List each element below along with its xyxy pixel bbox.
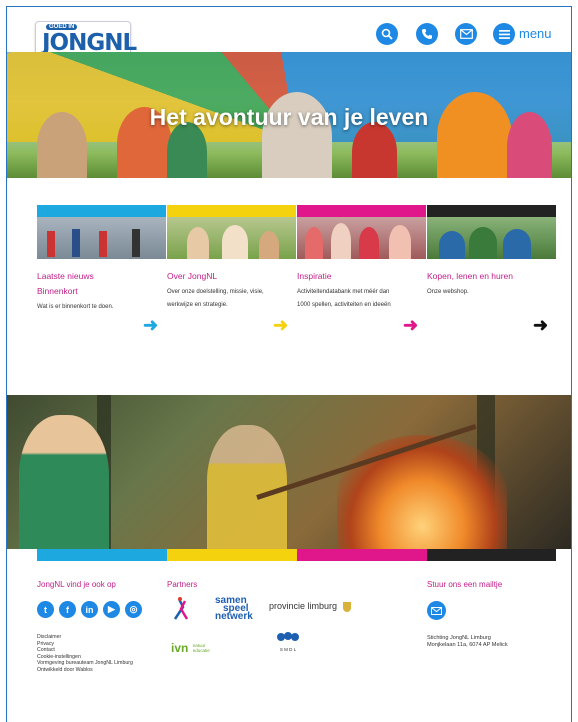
card-color-bar	[297, 205, 426, 217]
youtube-icon[interactable]: ▶	[103, 601, 120, 618]
footer-color-strip	[167, 549, 297, 561]
footer-link-disclaimer[interactable]: Disclaimer	[37, 634, 133, 641]
card-desc-line: 1000 spellen, activiteiten en ideeën	[297, 302, 391, 308]
partner-logo-samen-speel-netwerk[interactable]: samen speel netwerk	[215, 596, 253, 622]
photo-child	[207, 425, 287, 549]
hero-banner: Het avontuur van je leven	[7, 52, 571, 178]
card-title-line[interactable]: Kopen, lenen en huren	[427, 269, 556, 284]
card-laatste-nieuws[interactable]: Laatste nieuws Binnenkort Wat is er binn…	[37, 205, 166, 335]
menu-label[interactable]: menu	[519, 26, 552, 41]
card-desc: Wat is er binnenkort te doen.	[37, 301, 166, 314]
card-image[interactable]	[167, 217, 296, 259]
card-title[interactable]: Laatste nieuws Binnenkort	[37, 269, 166, 299]
footer-link-ontwikkeld[interactable]: Ontwikkeld door Wablos	[37, 667, 133, 674]
search-button[interactable]	[376, 23, 398, 45]
card-title-line[interactable]: Laatste nieuws	[37, 269, 166, 284]
crest-icon	[342, 601, 351, 612]
footer-links: Disclaimer Privacy Contact Cookie-instel…	[37, 634, 133, 674]
page-frame: GOED IN JONGNL menu Het avontuur van je …	[6, 6, 572, 722]
partner-logo-ivn[interactable]: ivn natuur educatie	[171, 639, 210, 657]
partner-text: ivn	[171, 641, 189, 655]
partner-logo-kids[interactable]	[171, 597, 207, 621]
arrow-right-icon[interactable]: ➜	[273, 315, 288, 336]
instagram-icon[interactable]: ◎	[125, 601, 142, 618]
mail-title: Stuur ons een mailtje	[427, 580, 503, 589]
card-inspiratie[interactable]: Inspiratie Activiteitendatabank met méér…	[297, 205, 426, 335]
partner-text: netwerk	[215, 611, 253, 622]
photo-fire	[337, 435, 507, 549]
card-color-bar	[427, 205, 556, 217]
footer-link-vormgeving[interactable]: Vormgeving bureauteam JongNL Limburg	[37, 660, 133, 667]
partner-logo-provincie-limburg[interactable]: provincie limburg	[269, 601, 351, 612]
arrow-right-icon[interactable]: ➜	[143, 315, 158, 336]
footer-link-cookies[interactable]: Cookie-instellingen	[37, 654, 133, 661]
smdl-logo-icon	[277, 632, 299, 641]
hero-title: Het avontuur van je leven	[149, 104, 429, 130]
mail-icon	[459, 29, 473, 39]
footer-link-privacy[interactable]: Privacy	[37, 641, 133, 648]
card-title-line[interactable]: Inspiratie	[297, 269, 426, 284]
card-desc: Onze webshop.	[427, 286, 556, 299]
card-desc-line: Onze webshop.	[427, 289, 469, 295]
twitter-icon[interactable]: t	[37, 601, 54, 618]
card-desc-line: Wat is er binnenkort te doen.	[37, 304, 114, 310]
partner-text: educatie	[192, 647, 210, 653]
card-title[interactable]: Inspiratie	[297, 269, 426, 284]
linkedin-icon[interactable]: in	[81, 601, 98, 618]
card-desc: Activiteitendatabank met méér dan 1000 s…	[297, 286, 426, 312]
footer-color-strip	[37, 549, 167, 561]
card-over-jongnl[interactable]: Over JongNL Over onze doelstelling, miss…	[167, 205, 296, 335]
mail-button[interactable]	[455, 23, 477, 45]
address-line: Monjkelaan 11a, 6074 AP Melick	[427, 642, 508, 648]
card-image[interactable]	[427, 217, 556, 259]
footer-color-strip	[427, 549, 556, 561]
card-kopen-lenen-huren[interactable]: Kopen, lenen en huren Onze webshop. ➜	[427, 205, 556, 335]
partner-text: S M D L	[279, 647, 297, 652]
card-title-line[interactable]: Binnenkort	[37, 284, 166, 299]
menu-button[interactable]	[493, 23, 515, 45]
social-title: JongNL vind je ook op	[37, 580, 116, 589]
mail-footer-button[interactable]	[427, 601, 446, 620]
card-image[interactable]	[37, 217, 166, 259]
figure-logo-icon	[173, 597, 189, 620]
footer-link-contact[interactable]: Contact	[37, 647, 133, 654]
card-title[interactable]: Kopen, lenen en huren	[427, 269, 556, 284]
search-icon	[381, 28, 393, 40]
card-desc-line: Activiteitendatabank met méér dan	[297, 289, 390, 295]
arrow-right-icon[interactable]: ➜	[533, 315, 548, 336]
card-image[interactable]	[297, 217, 426, 259]
card-desc-line: Over onze doelstelling, missie, visie,	[167, 289, 264, 295]
phone-button[interactable]	[416, 23, 438, 45]
address-line: Stichting JongNL Limburg	[427, 635, 491, 641]
card-color-bar	[37, 205, 166, 217]
card-desc-line: werkwijze en strategie.	[167, 302, 228, 308]
partners-title: Partners	[167, 580, 198, 589]
card-title-line[interactable]: Over JongNL	[167, 269, 296, 284]
photo-child	[19, 415, 109, 549]
partner-logo-smdl[interactable]: S M D L	[273, 629, 303, 652]
hamburger-icon	[498, 29, 510, 39]
phone-icon	[422, 29, 432, 39]
footer-color-strip	[297, 549, 427, 561]
card-desc: Over onze doelstelling, missie, visie, w…	[167, 286, 296, 312]
facebook-icon[interactable]: f	[59, 601, 76, 618]
footer-address: Stichting JongNL Limburg Monjkelaan 11a,…	[427, 635, 508, 649]
mail-icon	[431, 606, 442, 615]
campfire-photo	[7, 395, 571, 549]
card-title[interactable]: Over JongNL	[167, 269, 296, 284]
card-color-bar	[167, 205, 296, 217]
partner-text: provincie limburg	[269, 601, 338, 611]
site-header: GOED IN JONGNL menu	[7, 7, 571, 59]
arrow-right-icon[interactable]: ➜	[403, 315, 418, 336]
